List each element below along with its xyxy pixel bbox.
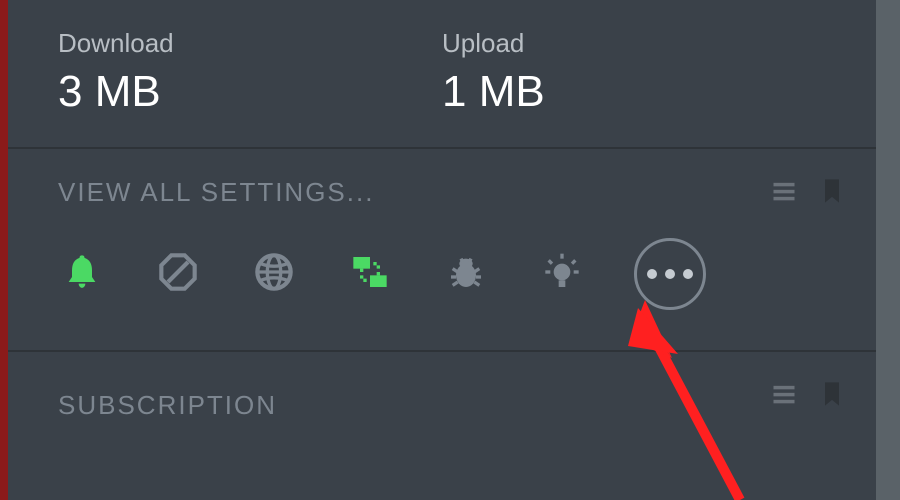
notifications-button[interactable] — [58, 250, 106, 298]
bug-icon — [446, 252, 486, 297]
download-stat: Download 3 MB — [58, 28, 442, 117]
web-button[interactable] — [250, 250, 298, 298]
network-stats-section: Download 3 MB Upload 1 MB — [8, 0, 876, 149]
bookmark-icon[interactable] — [818, 177, 846, 210]
upload-stat: Upload 1 MB — [442, 28, 826, 117]
upload-label: Upload — [442, 28, 826, 59]
settings-section: VIEW ALL SETTINGS... — [8, 149, 876, 352]
settings-title[interactable]: VIEW ALL SETTINGS... — [58, 177, 826, 208]
section-actions — [770, 380, 846, 413]
subscription-title: SUBSCRIPTION — [58, 390, 826, 421]
debug-button[interactable] — [442, 250, 490, 298]
block-icon — [158, 252, 198, 297]
bell-icon — [62, 252, 102, 297]
subscription-section: SUBSCRIPTION — [8, 352, 876, 471]
more-dots-icon — [647, 269, 657, 279]
upload-value: 1 MB — [442, 67, 826, 117]
lightbulb-button[interactable] — [538, 250, 586, 298]
globe-icon — [254, 252, 294, 297]
block-button[interactable] — [154, 250, 202, 298]
more-dots-icon — [665, 269, 675, 279]
download-value: 3 MB — [58, 67, 442, 117]
more-settings-button[interactable] — [634, 238, 706, 310]
settings-icon-row — [58, 238, 826, 310]
bookmark-icon[interactable] — [818, 380, 846, 413]
network-icon — [350, 252, 390, 297]
left-accent-bar — [0, 0, 8, 500]
menu-icon[interactable] — [770, 177, 798, 210]
lightbulb-icon — [542, 252, 582, 297]
menu-icon[interactable] — [770, 380, 798, 413]
network-button[interactable] — [346, 250, 394, 298]
more-dots-icon — [683, 269, 693, 279]
download-label: Download — [58, 28, 442, 59]
main-content: Download 3 MB Upload 1 MB VIEW ALL SETTI… — [8, 0, 876, 500]
scrollbar[interactable] — [876, 0, 900, 500]
section-actions — [770, 177, 846, 210]
